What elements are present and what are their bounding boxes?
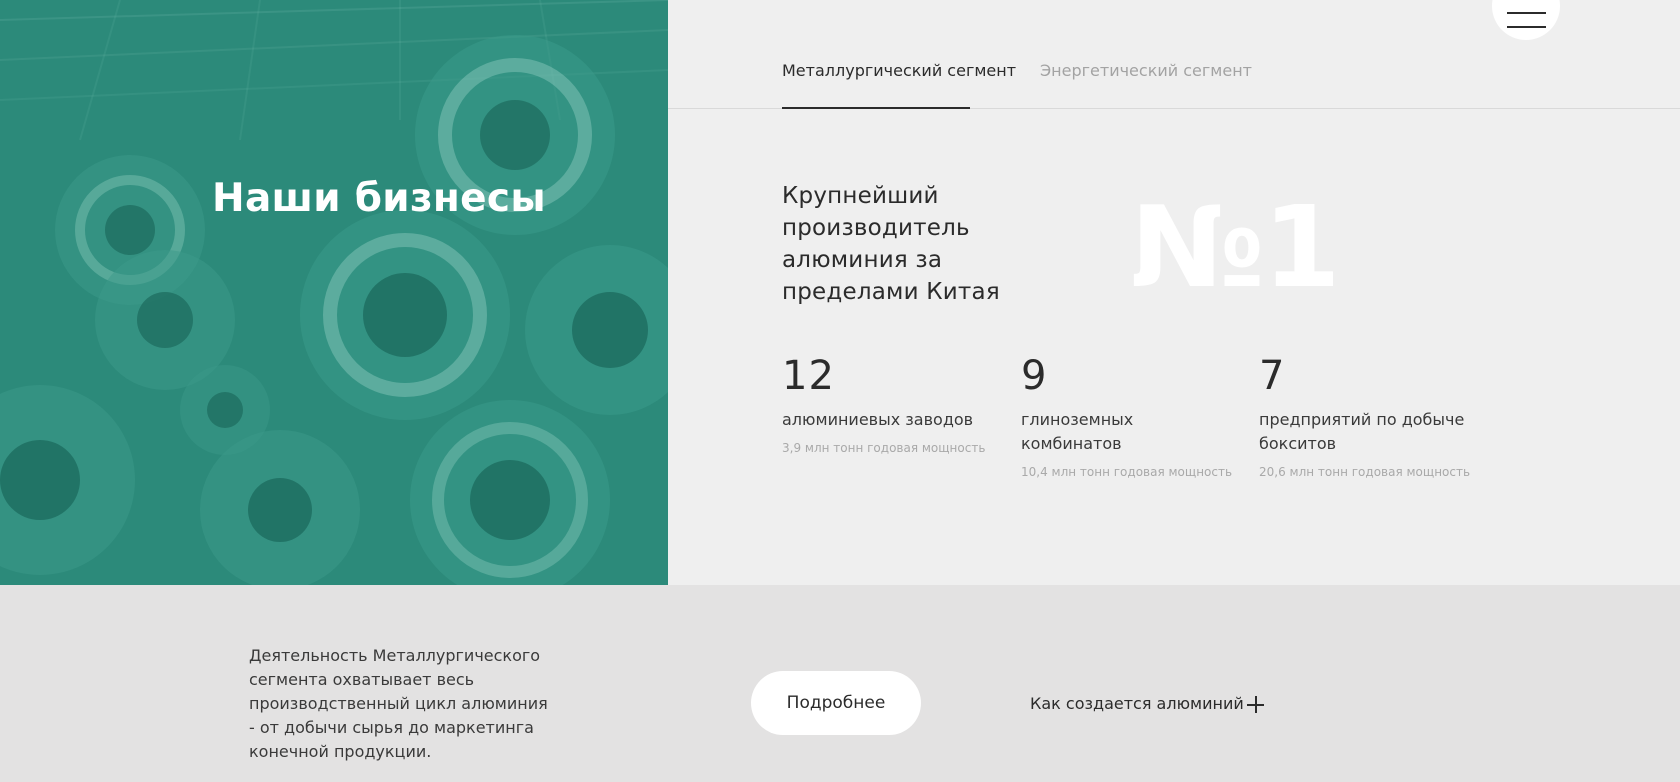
stat-value: 12	[782, 353, 835, 399]
stat-label: предприятий по добыче бокситов	[1259, 410, 1465, 453]
stat-aluminium-plants: 12 алюминиевых заводов 3,9 млн тонн годо…	[782, 354, 997, 456]
segment-description: Деятельность Металлургического сегмента …	[249, 646, 548, 761]
more-button[interactable]: Подробнее	[751, 671, 921, 735]
hero-title: Наши бизнесы	[212, 176, 546, 221]
stat-value: 7	[1259, 353, 1286, 399]
stat-note: 3,9 млн тонн годовая мощность	[782, 441, 986, 455]
stat-value: 9	[1021, 353, 1048, 399]
segment-headline: Крупнейший производитель алюминия за пре…	[782, 183, 1000, 305]
stat-bauxite-mines: 7 предприятий по добыче бокситов 20,6 мл…	[1259, 354, 1474, 480]
tab-metallurgical-segment[interactable]: Металлургический сегмент	[782, 61, 1016, 81]
stat-note: 10,4 млн тонн годовая мощность	[1021, 465, 1233, 479]
hamburger-menu-icon	[1507, 12, 1546, 14]
tab-energy-segment[interactable]: Энергетический сегмент	[1040, 61, 1252, 81]
stat-note: 20,6 млн тонн годовая мощность	[1259, 465, 1471, 479]
how-aluminium-made-link[interactable]: Как создается алюминий	[1030, 693, 1244, 715]
hamburger-menu-icon-line	[1507, 26, 1546, 28]
stat-label: глиноземных комбинатов	[1021, 410, 1134, 453]
rank-number: №1	[1130, 183, 1341, 313]
plus-icon[interactable]	[1247, 696, 1264, 713]
hero-panel: Наши бизнесы	[0, 0, 668, 585]
stat-alumina-refineries: 9 глиноземных комбинатов 10,4 млн тонн г…	[1021, 354, 1236, 480]
active-tab-indicator	[782, 107, 970, 109]
aluminium-coils-image	[0, 0, 668, 585]
stat-label: алюминиевых заводов	[782, 410, 974, 429]
